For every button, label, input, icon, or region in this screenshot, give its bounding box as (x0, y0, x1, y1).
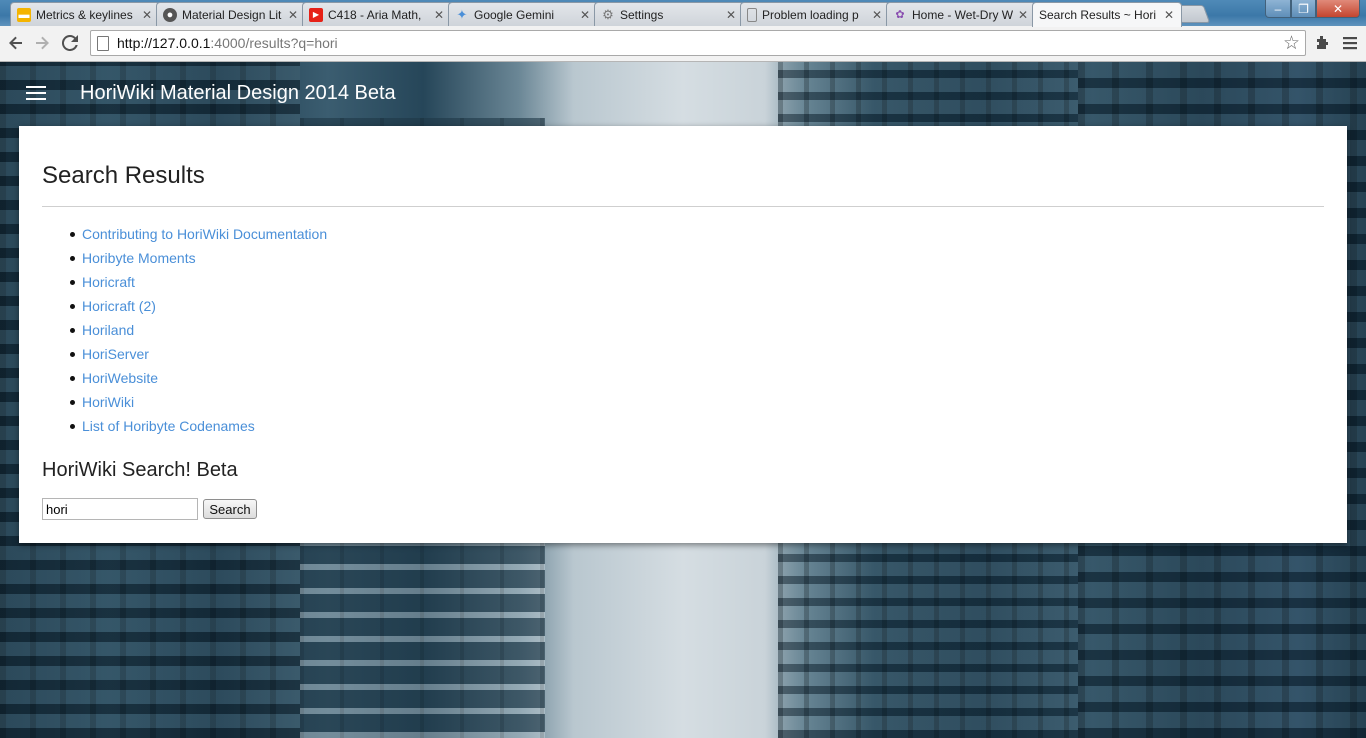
tab-gemini[interactable]: ✦ Google Gemini ✕ (448, 2, 598, 26)
result-link[interactable]: HoriServer (82, 346, 149, 362)
close-icon[interactable]: ✕ (141, 8, 153, 22)
list-item: HoriServer (69, 342, 327, 366)
bookmark-star-icon[interactable]: ☆ (1283, 32, 1300, 55)
close-icon[interactable]: ✕ (287, 8, 299, 22)
close-window-button[interactable]: ✕ (1316, 0, 1360, 18)
close-icon[interactable]: ✕ (871, 8, 883, 22)
list-item: HoriWiki (69, 390, 327, 414)
result-link[interactable]: HoriWiki (82, 394, 134, 410)
close-icon[interactable]: ✕ (433, 8, 445, 22)
minimize-button[interactable]: – (1265, 0, 1291, 18)
tab-title: Metrics & keylines (36, 7, 133, 22)
list-item: Contributing to HoriWiki Documentation (69, 222, 327, 246)
gear-icon: ⚙ (602, 6, 614, 22)
tab-wet-dry[interactable]: ✿ Home - Wet-Dry W ✕ (886, 2, 1036, 26)
app-title: HoriWiki Material Design 2014 Beta (80, 82, 396, 104)
close-icon[interactable]: ✕ (1163, 8, 1175, 22)
result-link[interactable]: HoriWebsite (82, 370, 158, 386)
list-item: Horicraft (69, 270, 327, 294)
site-icon: ✿ (895, 8, 905, 21)
sparkle-icon: ✦ (456, 6, 468, 22)
google-docs-icon: ▬ (17, 7, 31, 22)
list-item: HoriWebsite (69, 366, 327, 390)
list-item: Horibyte Moments (69, 246, 327, 270)
tab-title: Problem loading p (762, 7, 859, 22)
result-link[interactable]: Horicraft (82, 274, 135, 290)
back-button[interactable] (4, 32, 28, 54)
youtube-icon: ▶ (309, 7, 323, 22)
reload-icon (62, 35, 78, 51)
tab-title: C418 - Aria Math, (328, 7, 422, 22)
tab-metrics[interactable]: ▬ Metrics & keylines ✕ (10, 2, 160, 26)
page-title: Search Results (42, 162, 205, 189)
results-list: Contributing to HoriWiki Documentation H… (69, 222, 327, 438)
maximize-button[interactable]: ❐ (1291, 0, 1316, 18)
tab-problem-loading[interactable]: Problem loading p ✕ (740, 2, 890, 26)
tab-title: Settings (620, 7, 664, 22)
list-item: List of Horibyte Codenames (69, 414, 327, 438)
page-icon (97, 35, 109, 51)
list-item: Horiland (69, 318, 327, 342)
reload-button[interactable] (58, 32, 82, 54)
url-text: http://127.0.0.1:4000/results?q=hori (117, 35, 338, 51)
result-link[interactable]: Horiland (82, 322, 134, 338)
extensions-icon[interactable] (1310, 32, 1334, 54)
address-bar[interactable]: http://127.0.0.1:4000/results?q=hori ☆ (90, 30, 1306, 56)
close-icon[interactable]: ✕ (725, 8, 737, 22)
github-icon: ● (163, 7, 177, 22)
tab-youtube[interactable]: ▶ C418 - Aria Math, ✕ (302, 2, 452, 26)
tab-settings[interactable]: ⚙ Settings ✕ (594, 2, 744, 26)
list-item: Horicraft (2) (69, 294, 327, 318)
tab-title: Google Gemini (474, 7, 555, 22)
tab-title: Home - Wet-Dry W (912, 7, 1014, 22)
tab-title: Search Results ~ Hori (1039, 8, 1157, 22)
result-link[interactable]: Horicraft (2) (82, 298, 156, 314)
window-controls: – ❐ ✕ (1265, 0, 1360, 18)
forward-button[interactable] (30, 32, 54, 54)
search-input[interactable] (42, 498, 198, 520)
forward-arrow-icon (36, 36, 49, 50)
page-icon (747, 7, 757, 22)
tab-material-design[interactable]: ● Material Design Lit ✕ (156, 2, 306, 26)
search-button[interactable]: Search (203, 499, 257, 519)
result-link[interactable]: Contributing to HoriWiki Documentation (82, 226, 327, 242)
tab-strip: ▬ Metrics & keylines ✕ ● Material Design… (0, 0, 1366, 27)
tab-title: Material Design Lit (182, 7, 282, 22)
app-bar: HoriWiki Material Design 2014 Beta (0, 62, 1366, 126)
divider (42, 206, 1324, 207)
result-link[interactable]: List of Horibyte Codenames (82, 418, 255, 434)
close-icon[interactable]: ✕ (1017, 8, 1029, 22)
back-arrow-icon (9, 36, 22, 50)
close-icon[interactable]: ✕ (579, 8, 591, 22)
hamburger-menu-icon[interactable] (26, 86, 46, 102)
page-viewport: HoriWiki Material Design 2014 Beta Searc… (0, 62, 1366, 738)
result-link[interactable]: Horibyte Moments (82, 250, 196, 266)
browser-toolbar: http://127.0.0.1:4000/results?q=hori ☆ (0, 26, 1366, 62)
menu-icon[interactable] (1338, 32, 1362, 54)
tab-search-results[interactable]: Search Results ~ Hori ✕ (1032, 2, 1182, 27)
search-heading: HoriWiki Search! Beta (42, 459, 238, 481)
content-card: Search Results Contributing to HoriWiki … (19, 126, 1347, 543)
